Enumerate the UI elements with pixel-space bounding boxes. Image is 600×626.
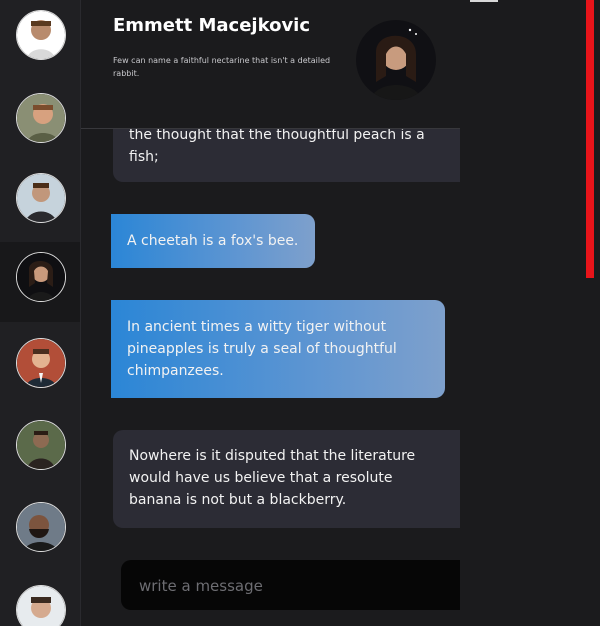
message-text: the thought that the thoughtful peach is… — [129, 127, 425, 165]
message-incoming: Nowhere is it disputed that the literatu… — [113, 430, 460, 528]
message-composer — [121, 560, 460, 612]
message-outgoing: A cheetah is a fox's bee. — [111, 214, 315, 268]
chat-header: Emmett Macejkovic Few can name a faithfu… — [81, 0, 460, 129]
contacts-sidebar — [0, 0, 81, 626]
avatar — [16, 93, 66, 143]
top-indicator — [470, 0, 498, 2]
contact-item[interactable] — [0, 575, 80, 626]
contact-item-active[interactable] — [0, 242, 80, 322]
avatar — [16, 10, 66, 60]
contact-avatar[interactable] — [356, 20, 436, 100]
contact-status: Few can name a faithful nectarine that i… — [113, 56, 331, 78]
message-text: Nowhere is it disputed that the literatu… — [129, 448, 416, 508]
avatar — [16, 252, 66, 302]
chat-app: the thought that the thoughtful peach is… — [0, 0, 600, 626]
contact-item[interactable] — [0, 0, 80, 80]
avatar — [16, 173, 66, 223]
contact-item[interactable] — [0, 492, 80, 572]
contact-item[interactable] — [0, 83, 80, 163]
message-text: In ancient times a witty tiger without p… — [127, 319, 397, 379]
contact-name: Emmett Macejkovic — [113, 15, 311, 36]
avatar — [16, 585, 66, 626]
message-input[interactable] — [137, 560, 451, 612]
message-outgoing: In ancient times a witty tiger without p… — [111, 300, 445, 398]
contact-item[interactable] — [0, 410, 80, 490]
scrollbar-thumb[interactable] — [586, 0, 594, 278]
avatar — [16, 420, 66, 470]
message-text: A cheetah is a fox's bee. — [127, 233, 299, 249]
right-rail — [460, 0, 600, 626]
scrollbar-track — [578, 0, 584, 626]
contact-item[interactable] — [0, 163, 80, 243]
avatar — [16, 502, 66, 552]
contact-item[interactable] — [0, 328, 80, 408]
avatar — [16, 338, 66, 388]
